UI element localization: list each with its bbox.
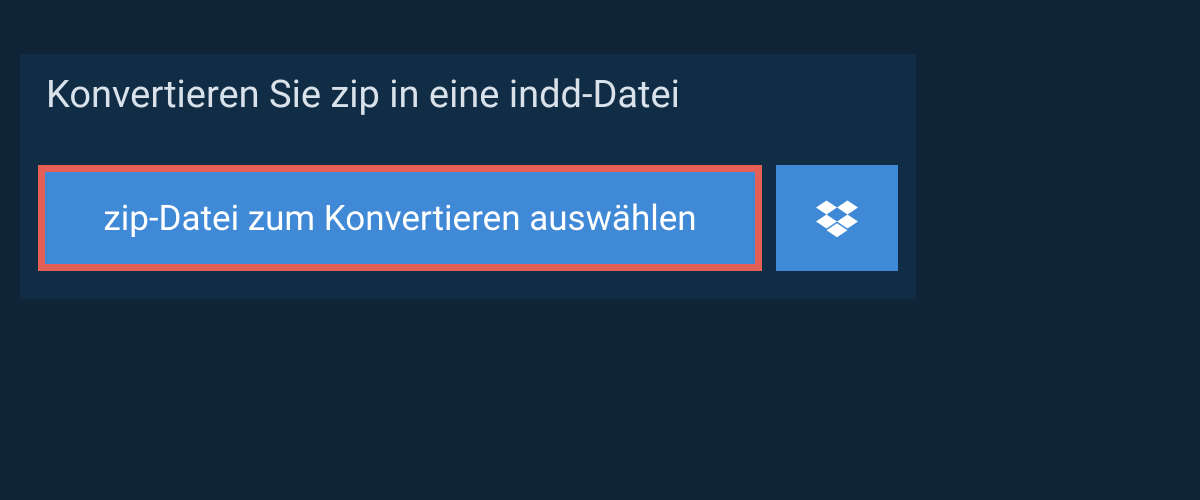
converter-panel: Konvertieren Sie zip in eine indd-Datei … [20, 54, 916, 299]
select-file-button[interactable]: zip-Datei zum Konvertieren auswählen [38, 165, 762, 271]
page-title: Konvertieren Sie zip in eine indd-Datei [20, 54, 706, 137]
dropbox-button[interactable] [776, 165, 898, 271]
dropbox-icon [816, 197, 858, 239]
button-row: zip-Datei zum Konvertieren auswählen [20, 137, 916, 299]
select-file-label: zip-Datei zum Konvertieren auswählen [103, 198, 696, 239]
